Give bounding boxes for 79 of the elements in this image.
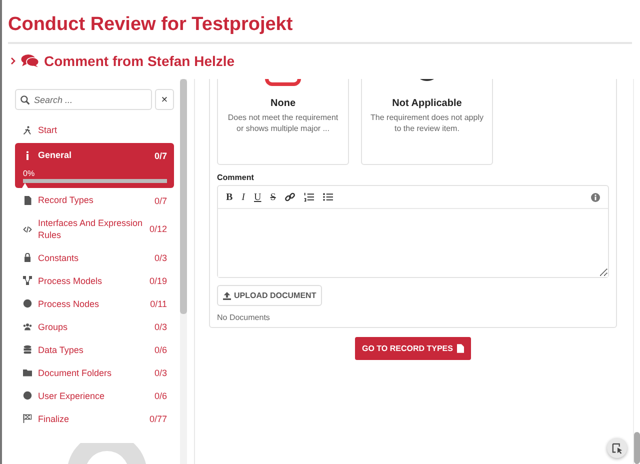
nav-label: Finalize [38, 412, 70, 425]
cursor-icon [612, 442, 622, 454]
nav-label: Record Types [38, 194, 94, 207]
nav-label: Data Types [38, 344, 84, 356]
nav-item[interactable]: Constants 0/3 [15, 247, 174, 268]
next-section-button[interactable]: GO TO RECORD TYPES [355, 337, 471, 360]
rating-title: None [270, 98, 296, 109]
upload-icon [223, 292, 231, 300]
search-icon [20, 95, 30, 105]
nav-label: Interfaces And Expression Rules [38, 217, 144, 242]
chevron-icon[interactable] [10, 57, 16, 65]
nav-icon [23, 276, 32, 286]
nav-count: 0/11 [150, 298, 167, 309]
nav-item[interactable]: General 0/7 0% [15, 143, 174, 188]
nav-item[interactable]: Start [15, 120, 174, 141]
nav-icon [23, 126, 32, 135]
nav-item[interactable]: User Experience 0/6 [15, 385, 174, 406]
nav-item[interactable]: Record Types 0/7 [15, 190, 174, 211]
italic-button[interactable]: I [242, 192, 246, 202]
comment-editor[interactable]: B I U S [217, 185, 609, 278]
nav-icon [23, 414, 32, 424]
nav-icon [23, 224, 32, 234]
pointer-select-button[interactable] [607, 438, 627, 458]
nav-item[interactable]: Interfaces And Expression Rules 0/12 [15, 213, 174, 246]
rating-card[interactable]: None Does not meet the requirement or shows multiple major ... [217, 79, 349, 165]
nav-count: 0/12 [149, 224, 167, 234]
nav-label: General [38, 149, 73, 162]
upload-document-button[interactable]: UPLOAD DOCUMENT [217, 285, 322, 306]
nav-count: 0/7 [154, 150, 167, 160]
nav-item[interactable]: Process Models 0/19 [15, 270, 174, 292]
nav-count: 0/3 [154, 252, 167, 263]
rating-description: Does not meet the requirement or shows multiple major ... [226, 112, 340, 134]
comment-heading[interactable]: Comment from Stefan Helzle [44, 53, 235, 69]
bullet-list-icon[interactable] [322, 192, 333, 202]
numbered-list-icon[interactable] [304, 192, 314, 202]
rating-card[interactable]: Not Applicable The requirement does not apply to the review item. [361, 79, 493, 165]
nav-item[interactable]: Data Types 0/6 [15, 339, 174, 360]
bold-button[interactable]: B [226, 192, 233, 202]
nav-label: Start [38, 124, 58, 137]
nav-icon [23, 322, 32, 332]
nav-icon [23, 253, 32, 262]
nav-label: Process Nodes [38, 298, 100, 310]
nav-label: Constants [38, 252, 80, 264]
nav-label: Document Folders [38, 366, 113, 379]
nav-item[interactable]: Groups 0/3 [15, 316, 174, 338]
nav-item[interactable]: Document Folders 0/3 [15, 362, 174, 384]
nav-count: 0/77 [149, 414, 167, 424]
underline-button[interactable]: U [254, 192, 262, 202]
nav-icon [23, 391, 32, 400]
nav-count: 0/6 [154, 344, 167, 355]
nav-icon [23, 368, 32, 378]
document-icon [456, 344, 464, 353]
nav-icon [23, 345, 32, 354]
nav-count: 0/3 [154, 368, 167, 378]
nav-item[interactable]: Process Nodes 0/11 [15, 293, 174, 314]
progress-label: 0% [23, 169, 36, 178]
nav-item[interactable]: Finalize 0/77 [15, 408, 174, 430]
page-scrollbar-thumb[interactable] [634, 432, 640, 464]
clear-search-button[interactable]: × [155, 89, 174, 110]
nav-label: Groups [38, 320, 69, 333]
scrollbar-thumb[interactable] [180, 79, 187, 314]
rating-description: The requirement does not apply to the review item. [370, 112, 484, 134]
nav-count: 0/7 [154, 196, 167, 206]
nav-count: 0/3 [154, 322, 167, 332]
nav-icon [23, 299, 32, 308]
strikethrough-button[interactable]: S [270, 192, 276, 202]
comments-icon [21, 54, 39, 68]
nav-count: 0/19 [149, 276, 167, 286]
nav-label: User Experience [38, 390, 106, 402]
nav-icon [23, 196, 32, 205]
nav-count: 0/6 [154, 390, 167, 401]
nav-label: Process Models [38, 274, 104, 287]
link-icon[interactable] [284, 192, 295, 202]
rating-title: Not Applicable [392, 98, 462, 109]
page-title: Conduct Review for Testprojekt [8, 14, 294, 36]
search-field[interactable]: Search ... [15, 89, 152, 110]
documents-status: No Documents [217, 313, 271, 322]
comment-label: Comment [217, 173, 255, 182]
info-icon[interactable] [591, 192, 600, 202]
